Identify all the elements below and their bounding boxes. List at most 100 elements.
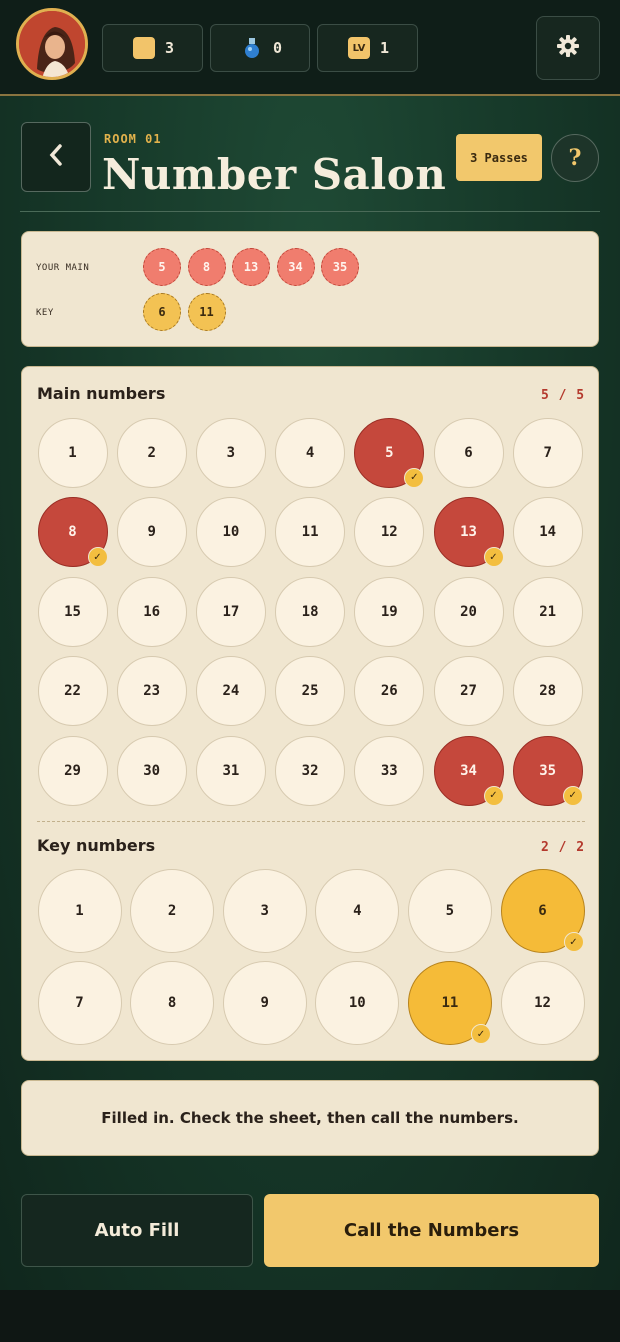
- main-number-ball[interactable]: 8 ✓: [37, 497, 108, 567]
- main-number-ball[interactable]: 35 ✓: [512, 735, 583, 806]
- main-number-ball[interactable]: 14: [512, 497, 583, 567]
- main-number-label: 30: [143, 762, 161, 779]
- main-number-label: 27: [460, 683, 477, 699]
- key-number-ball[interactable]: 2: [130, 869, 215, 953]
- main-number-ball[interactable]: 19: [354, 576, 425, 647]
- main-number-ball[interactable]: 24: [195, 656, 266, 726]
- your-main-label: YOUR MAIN: [36, 263, 90, 273]
- key-number-label: 12: [534, 995, 551, 1011]
- main-number-ball[interactable]: 23: [116, 656, 187, 726]
- main-number-label: 17: [222, 603, 240, 620]
- key-number-ball[interactable]: 3: [222, 869, 307, 953]
- selection-summary: YOUR MAIN KEY 5 8 13 34 35 6 11: [21, 231, 599, 347]
- key-number-ball[interactable]: 9: [222, 961, 307, 1045]
- main-number-ball[interactable]: 22: [37, 656, 108, 726]
- key-number-ball[interactable]: 7: [37, 961, 122, 1045]
- main-number-label: 18: [301, 603, 319, 620]
- coin-counter: 3: [102, 24, 203, 72]
- auto-fill-button[interactable]: Auto Fill: [21, 1194, 253, 1267]
- main-number-ball[interactable]: 6: [433, 417, 504, 488]
- key-number-label: 7: [75, 995, 84, 1011]
- potion-counter: 0: [210, 24, 310, 72]
- main-number-ball[interactable]: 11: [275, 497, 346, 567]
- main-number-ball[interactable]: 25: [275, 656, 346, 726]
- summary-main-chip: 8: [187, 248, 226, 286]
- main-number-ball[interactable]: 34 ✓: [433, 735, 504, 806]
- settings-button[interactable]: [536, 16, 600, 80]
- avatar[interactable]: [16, 8, 88, 80]
- main-number-ball[interactable]: 12: [354, 497, 425, 567]
- main-number-ball[interactable]: 4: [275, 417, 346, 488]
- main-number-ball[interactable]: 18: [275, 576, 346, 647]
- main-number-ball[interactable]: 30: [116, 735, 187, 806]
- main-number-label: 3: [226, 444, 236, 461]
- main-number-label: 1: [68, 444, 77, 461]
- section-divider: [37, 821, 585, 822]
- main-number-ball[interactable]: 32: [275, 735, 346, 806]
- summary-main-chip: 35: [321, 248, 359, 286]
- main-number-label: 5: [385, 444, 394, 461]
- main-number-label: 34: [460, 762, 477, 779]
- main-number-ball[interactable]: 26: [354, 656, 425, 726]
- key-number-ball[interactable]: 8: [130, 961, 215, 1045]
- main-number-ball[interactable]: 20: [433, 576, 504, 647]
- main-number-ball[interactable]: 29: [37, 735, 108, 806]
- main-number-label: 31: [222, 762, 240, 779]
- summary-key-chip: 6: [143, 293, 181, 331]
- main-number-ball[interactable]: 5 ✓: [354, 417, 425, 488]
- help-button[interactable]: ?: [551, 134, 599, 182]
- main-number-ball[interactable]: 2: [116, 417, 187, 488]
- key-number-ball[interactable]: 4: [315, 869, 400, 953]
- main-number-ball[interactable]: 33: [354, 735, 425, 806]
- number-board: Main numbers 5 / 5 1 2 3 4 5 ✓ 6 7 8 ✓ 9 10 11 12 13 ✓ 1…: [21, 366, 599, 1061]
- key-number-label: 6: [538, 903, 547, 919]
- main-number-ball[interactable]: 27: [433, 656, 504, 726]
- key-number-ball[interactable]: 10: [315, 961, 400, 1045]
- main-counter: 5 / 5: [541, 388, 586, 403]
- gear-icon: [556, 34, 580, 62]
- main-number-label: 15: [64, 603, 81, 620]
- main-number-label: 24: [222, 683, 240, 699]
- main-number-ball[interactable]: 7: [512, 417, 583, 488]
- main-number-ball[interactable]: 1: [37, 417, 108, 488]
- key-number-ball[interactable]: 11 ✓: [407, 961, 492, 1045]
- main-number-label: 4: [305, 444, 315, 461]
- main-number-label: 28: [539, 683, 557, 699]
- key-number-ball[interactable]: 6 ✓: [500, 869, 585, 953]
- key-number-ball[interactable]: 1: [37, 869, 122, 953]
- key-number-ball[interactable]: 12: [500, 961, 585, 1045]
- main-number-ball[interactable]: 17: [195, 576, 266, 647]
- key-number-label: 1: [75, 903, 84, 919]
- main-number-label: 21: [539, 603, 557, 620]
- main-number-ball[interactable]: 3: [195, 417, 266, 488]
- key-counter: 2 / 2: [541, 840, 586, 855]
- main-number-label: 11: [301, 524, 319, 540]
- main-number-label: 7: [543, 444, 552, 461]
- main-number-label: 14: [539, 524, 557, 540]
- check-icon: ✓: [483, 785, 504, 806]
- main-number-ball[interactable]: 16: [116, 576, 187, 647]
- summary-main-chip: 34: [276, 248, 315, 286]
- call-numbers-button[interactable]: Call the Numbers: [264, 1194, 599, 1267]
- main-number-ball[interactable]: 13 ✓: [433, 497, 504, 567]
- main-number-ball[interactable]: 31: [195, 735, 266, 806]
- key-number-ball[interactable]: 5: [407, 869, 492, 953]
- page-title: Number Salon: [102, 150, 447, 199]
- main-number-label: 9: [147, 524, 156, 540]
- main-number-label: 20: [460, 603, 477, 620]
- main-number-label: 32: [301, 762, 319, 779]
- main-number-ball[interactable]: 28: [512, 656, 583, 726]
- back-button[interactable]: [21, 122, 91, 192]
- main-number-label: 26: [380, 683, 398, 699]
- passes-badge[interactable]: 3 Passes: [456, 134, 542, 181]
- main-number-ball[interactable]: 10: [195, 497, 266, 567]
- main-numbers-title: Main numbers: [37, 384, 166, 403]
- key-numbers-title: Key numbers: [37, 836, 156, 855]
- coin-count: 3: [165, 39, 175, 57]
- main-number-ball[interactable]: 21: [512, 576, 583, 647]
- check-icon: ✓: [483, 547, 504, 567]
- main-number-label: 8: [68, 524, 77, 540]
- main-number-ball[interactable]: 9: [116, 497, 187, 567]
- main-number-label: 10: [222, 524, 240, 540]
- main-number-ball[interactable]: 15: [37, 576, 108, 647]
